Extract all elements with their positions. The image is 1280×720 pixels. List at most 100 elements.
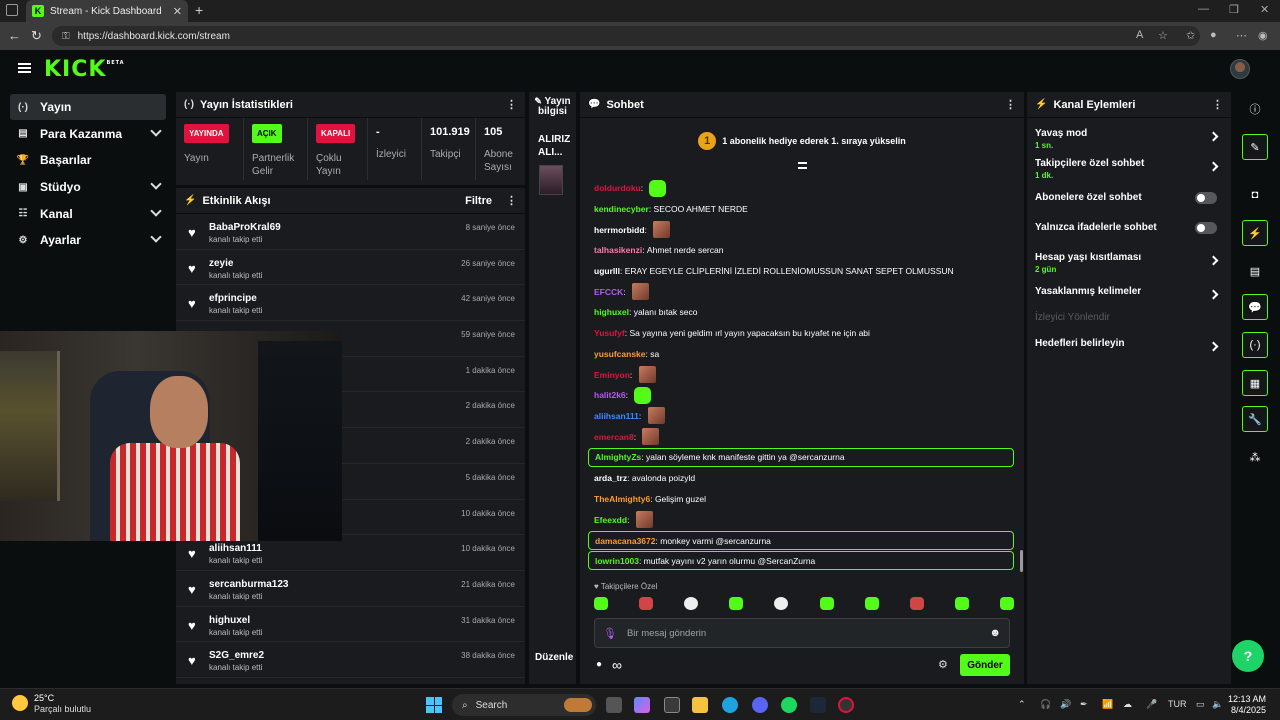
channel-action-item[interactable]: Yasaklanmış kelimeler [1027,286,1231,312]
task-view-icon[interactable] [606,697,622,713]
close-window-icon[interactable]: ✕ [1260,3,1269,16]
chat-input[interactable]: 🎙 Bir mesaj gönderin ☻ [594,618,1010,648]
more-options-icon[interactable]: ⋮ [506,194,517,207]
emote-button[interactable] [864,597,879,610]
kick-logo[interactable]: KICKBETA [44,57,125,82]
wifi-icon[interactable]: 📶 [1102,699,1113,710]
chevron-down-icon[interactable] [150,205,162,217]
emote-button[interactable] [999,597,1014,610]
channel-action-item[interactable]: Takipçilere özel sohbet 1 dk. [1027,158,1231,192]
edit-button[interactable]: Düzenle [535,652,573,663]
mic-tray-icon[interactable]: 🎤 [1146,699,1157,710]
broadcast-icon[interactable]: (·) [1242,332,1268,358]
chat-settings-icon[interactable]: ⚙ [938,658,948,671]
chat-icon[interactable]: 💬 [1242,294,1268,320]
chevron-down-icon[interactable] [150,178,162,190]
toggle-switch[interactable] [1195,192,1217,204]
chat-username[interactable]: Yusufyf [594,328,625,338]
emote-button[interactable] [819,597,834,610]
menu-icon[interactable] [18,63,31,73]
sidebar-item-ayarlar[interactable]: ⚙ Ayarlar [10,227,166,253]
sidebar-item-kanal[interactable]: ☷ Kanal [10,201,166,227]
chevron-down-icon[interactable] [150,231,162,244]
language-indicator[interactable]: TUR [1168,699,1187,709]
user-avatar[interactable] [1230,59,1250,79]
points-icon[interactable]: ● [596,659,602,670]
wrench-icon[interactable]: 🔧 [1242,406,1268,432]
chat-username[interactable]: Eminyon [594,370,630,380]
channel-action-item[interactable]: Hedefleri belirleyin [1027,338,1231,364]
file-explorer-icon[interactable] [692,697,708,713]
chat-emote-icon[interactable] [638,366,656,384]
channel-action-item[interactable]: Abonelere özel sohbet [1027,192,1231,222]
microphone-icon[interactable]: 🎙 [603,627,617,640]
chat-emote-icon[interactable] [635,511,653,529]
chat-scrollbar[interactable] [1020,550,1023,572]
chat-emote-icon[interactable] [647,407,665,425]
pinned-toggle-icon[interactable] [797,162,807,169]
chat-username[interactable]: damacana3672 [595,536,656,546]
site-info-icon[interactable]: ⚿ [62,31,70,42]
emote-button[interactable] [639,597,654,610]
lightning-icon[interactable]: ⚡ [1242,220,1268,246]
channel-action-item[interactable]: Hesap yaşı kısıtlaması 2 gün [1027,252,1231,286]
more-icon[interactable]: ⋯ [1236,29,1247,42]
favorite-star-icon[interactable]: ☆ [1158,29,1168,42]
tab-actions-icon[interactable] [6,4,18,16]
weather-widget[interactable]: 25°C Parçalı bulutlu [12,693,91,715]
close-tab-icon[interactable]: ✕ [173,5,182,18]
display-icon[interactable]: ▭ [1196,699,1205,710]
browser-tab[interactable]: K Stream - Kick Dashboard ✕ [26,0,188,22]
chat-username[interactable]: halit2k6 [594,390,626,400]
chevron-down-icon[interactable] [150,125,162,137]
more-options-icon[interactable]: ⋮ [506,98,517,111]
volume-icon[interactable]: 🔊 [1060,699,1071,710]
copilot-app-icon[interactable] [634,697,650,713]
toggle-switch[interactable] [1195,222,1217,234]
back-icon[interactable]: ← [8,28,21,43]
chat-emote-icon[interactable] [632,283,650,301]
tray-expand-icon[interactable]: ⌃ [1018,699,1026,710]
chat-emote-icon[interactable] [649,179,667,197]
speaker-icon[interactable]: 🔈 [1212,699,1223,710]
chat-username[interactable]: aliihsan111 [594,411,639,421]
sidebar-item-studyo[interactable]: ▣ Stüdyo [10,174,166,200]
chat-username[interactable]: lowrin1003 [595,556,639,566]
more-options-icon[interactable]: ⋮ [1005,98,1016,111]
emoji-icon[interactable]: ☻ [989,627,1001,639]
chat-username[interactable]: yusufcanske [594,349,646,359]
emote-button[interactable] [774,597,789,610]
chat-emote-icon[interactable] [634,386,652,404]
sidebar-item-basarilar[interactable]: 🏆 Başarılar [10,147,166,173]
chat-username[interactable]: herrmorbidd [594,225,645,235]
read-aloud-icon[interactable]: A [1136,29,1143,41]
more-options-icon[interactable]: ⋮ [1212,98,1223,111]
document-icon[interactable]: ▤ [1242,258,1268,284]
filter-button[interactable]: Filtre [465,195,492,207]
channel-action-item[interactable]: Yavaş mod 1 sn. [1027,128,1231,158]
sidebar-item-yayin[interactable]: (·) Yayın [10,94,166,120]
copilot-icon[interactable]: ◉ [1258,29,1268,42]
emote-button[interactable] [594,597,608,610]
minimize-icon[interactable]: — [1198,3,1209,15]
discord-icon[interactable] [752,697,768,713]
chat-username[interactable]: Efeexdd [594,515,627,525]
obs-icon[interactable] [838,697,854,713]
headset-icon[interactable]: 🎧 [1040,699,1051,710]
taskbar-clock[interactable]: 12:13 AM 8/4/2025 [1228,694,1266,716]
new-tab-icon[interactable]: + [195,2,203,18]
chat-username[interactable]: TheAlmighty6 [594,494,650,504]
edit-icon[interactable]: ✎ [1242,134,1268,160]
edge-icon[interactable] [722,697,738,713]
chat-emote-icon[interactable] [653,221,671,239]
apps-icon[interactable]: ⁂ [1242,444,1268,470]
restore-icon[interactable]: ❐ [1229,3,1239,16]
store-icon[interactable] [664,697,680,713]
address-bar[interactable]: ⚿ https://dashboard.kick.com/stream [52,26,1200,46]
steam-icon[interactable] [810,697,826,713]
info-icon[interactable]: ⓘ [1242,96,1268,122]
emote-button[interactable] [684,597,699,610]
chat-username[interactable]: AlmightyZs [595,452,641,462]
send-button[interactable]: Gönder [960,654,1010,676]
gift-sub-promo[interactable]: 1 1 abonelik hediye ederek 1. sıraya yük… [580,118,1024,164]
